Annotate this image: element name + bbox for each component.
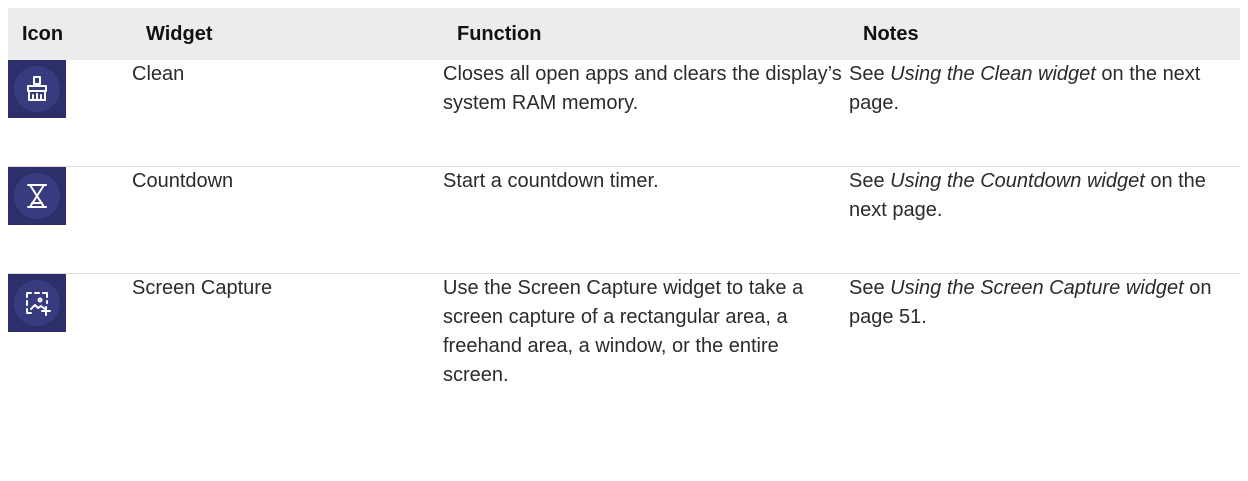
widget-function: Closes all open apps and clears the disp… [443,60,849,167]
table-header: Icon Widget Function Notes [8,8,1240,60]
table-row: Countdown Start a countdown timer. See U… [8,166,1240,274]
icon-cell [8,274,132,443]
broom-icon [8,60,66,118]
widget-notes: See Using the Countdown widget on the ne… [849,166,1240,274]
widget-name: Clean [132,60,443,167]
header-notes: Notes [849,8,1240,60]
notes-prefix: See [849,63,891,85]
icon-cell [8,60,132,167]
widget-name: Countdown [132,166,443,274]
notes-prefix: See [849,170,891,192]
header-widget: Widget [132,8,443,60]
icon-cell [8,166,132,274]
notes-link: Using the Clean widget [890,63,1096,85]
header-icon: Icon [8,8,132,60]
header-row: Icon Widget Function Notes [8,8,1240,60]
widget-notes: See Using the Clean widget on the next p… [849,60,1240,167]
notes-prefix: See [849,277,891,299]
notes-link: Using the Countdown widget [890,170,1145,192]
widget-name: Screen Capture [132,277,273,299]
screen-capture-icon [8,274,66,332]
table-row: Clean Closes all open apps and clears th… [8,60,1240,167]
hourglass-icon [8,167,66,225]
header-function: Function [443,8,849,60]
widget-function: Use the Screen Capture widget to take a … [443,277,804,386]
table-row: Screen Capture Use the Screen Capture wi… [8,274,1240,443]
notes-link: Using the Screen Capture widget [890,277,1184,299]
widget-function: Start a countdown timer. [443,166,849,274]
widget-notes: See Using the Screen Capture widget on p… [849,274,1240,443]
widgets-table: Icon Widget Function Notes Clean Closes … [8,8,1240,442]
